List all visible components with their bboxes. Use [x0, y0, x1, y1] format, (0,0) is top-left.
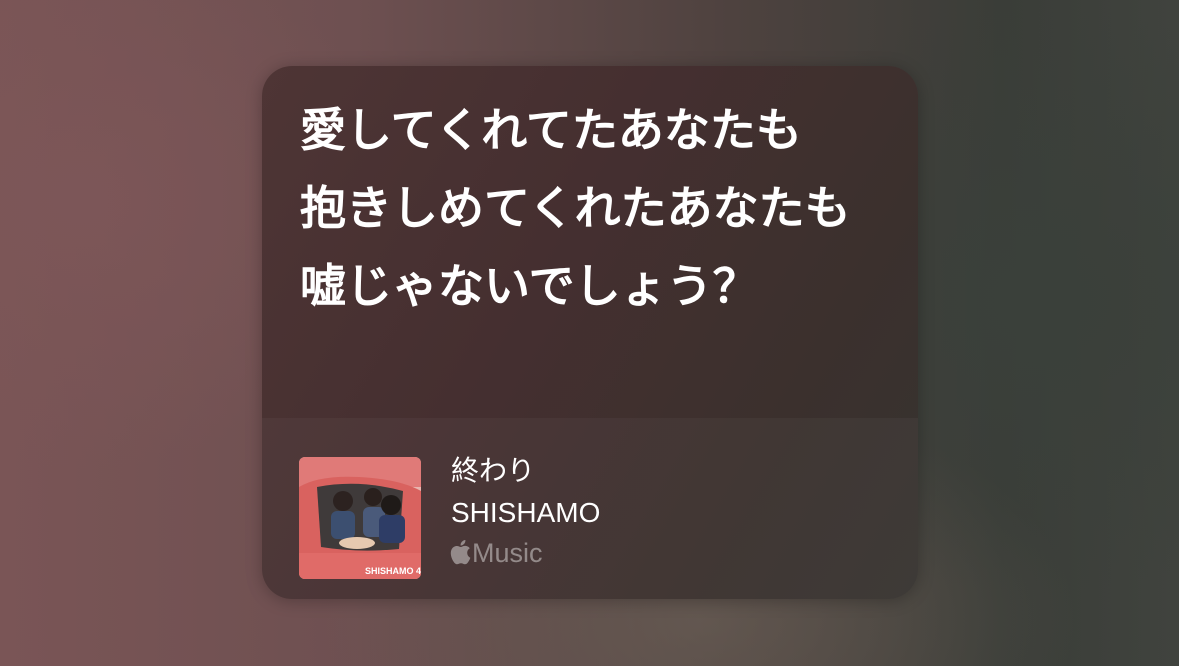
- album-artwork-image: SHISHAMO 4: [299, 457, 421, 579]
- album-artwork[interactable]: SHISHAMO 4: [299, 457, 421, 579]
- artwork-text: SHISHAMO 4: [365, 566, 421, 576]
- lyric-line-2: 抱きしめてくれたあなたも: [300, 181, 851, 235]
- lyrics-block: 愛してくれてたあなたも 抱きしめてくれたあなたも 嘘じゃないでしょう？: [300, 102, 890, 336]
- apple-logo-icon: [450, 539, 471, 564]
- track-info-footer[interactable]: SHISHAMO 4 終わり SHISHAMO Music: [262, 418, 918, 599]
- service-label: Music: [472, 538, 543, 568]
- lyrics-share-card[interactable]: 愛してくれてたあなたも 抱きしめてくれたあなたも 嘘じゃないでしょう？ SHIS…: [262, 66, 918, 599]
- artist-name: SHISHAMO: [451, 497, 601, 528]
- lyric-line-1: 愛してくれてたあなたも: [300, 103, 802, 157]
- song-title: 終わり: [451, 454, 536, 487]
- apple-music-badge[interactable]: Music: [449, 536, 543, 570]
- lyric-line-3: 嘘じゃないでしょう？: [300, 259, 759, 313]
